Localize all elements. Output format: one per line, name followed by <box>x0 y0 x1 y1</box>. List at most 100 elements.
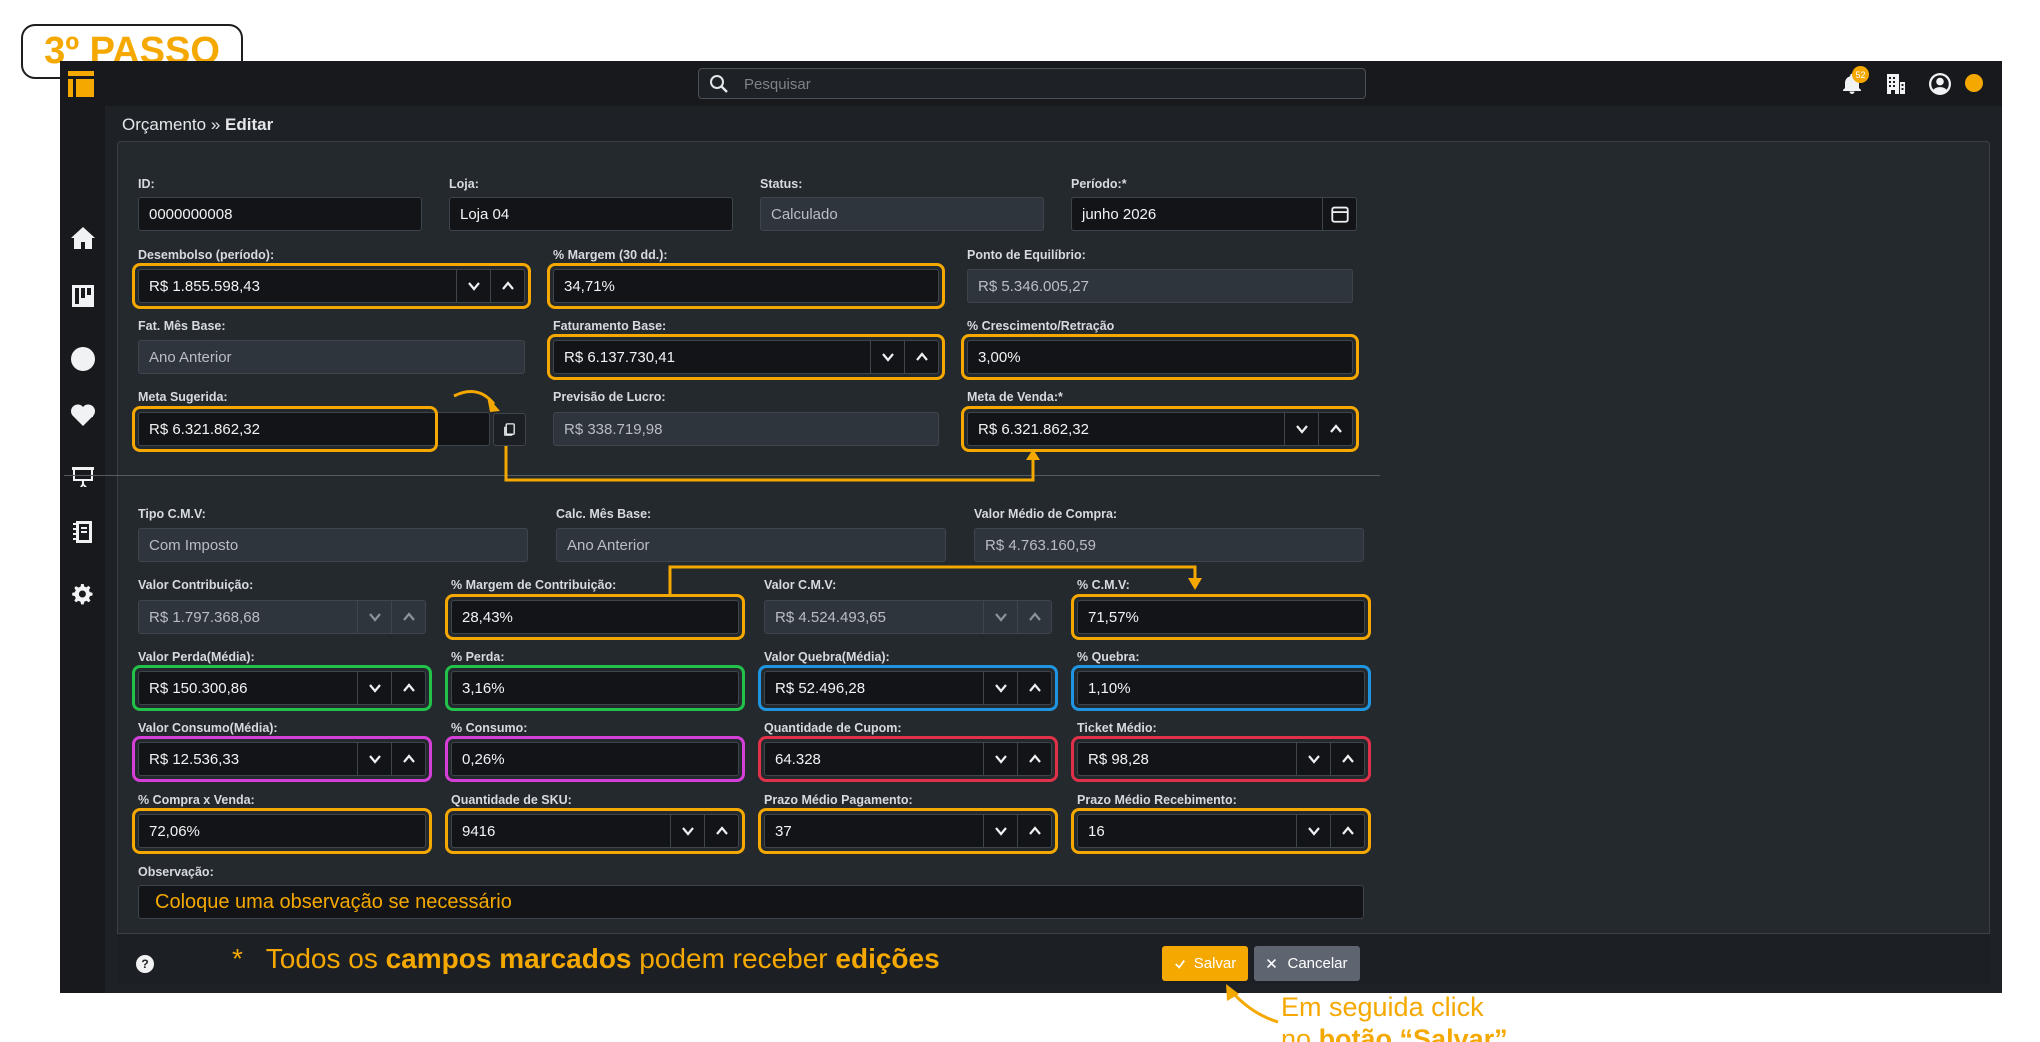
valor-quebra-decrement[interactable] <box>983 672 1017 704</box>
qtd-sku-increment[interactable] <box>704 815 738 847</box>
valor-consumo-increment[interactable] <box>391 743 425 775</box>
qtd-sku-decrement[interactable] <box>670 815 704 847</box>
presentation-board-icon <box>72 467 94 487</box>
fat-mes-base-field: Ano Anterior <box>138 340 525 374</box>
compra-venda-field[interactable]: 72,06% <box>138 814 426 848</box>
tipo-cmv-field: Com Imposto <box>138 528 528 562</box>
pct-quebra-field[interactable]: 1,10% <box>1077 671 1365 705</box>
valor-consumo-decrement[interactable] <box>357 743 391 775</box>
faturamento-base-field[interactable]: R$ 6.137.730,41 <box>553 340 939 374</box>
periodo-value: junho 2026 <box>1082 205 1157 223</box>
qtd-cupom-increment[interactable] <box>1017 743 1051 775</box>
help-icon[interactable]: ? <box>136 955 154 973</box>
qtd-sku-field[interactable]: 9416 <box>451 814 739 848</box>
faturamento-base-decrement[interactable] <box>870 341 904 373</box>
ticket-medio-field[interactable]: R$ 98,28 <box>1077 742 1365 776</box>
pct-perda-field[interactable]: 3,16% <box>451 671 739 705</box>
copy-meta-button[interactable] <box>493 413 526 446</box>
tipo-cmv-value: Com Imposto <box>149 536 239 554</box>
margem-30-field[interactable]: 34,71% <box>553 269 939 303</box>
qtd-sku-label: Quantidade de SKU: <box>451 793 572 807</box>
valor-perda-decrement[interactable] <box>357 672 391 704</box>
valor-perda-increment[interactable] <box>391 672 425 704</box>
sidebar-item-health[interactable] <box>69 401 97 429</box>
margem-contribuicao-label: % Margem de Contribuição: <box>451 578 617 592</box>
qtd-cupom-field[interactable]: 64.328 <box>764 742 1052 776</box>
sidebar-item-settings[interactable] <box>69 580 97 608</box>
company-button[interactable] <box>1882 70 1910 98</box>
sidebar-item-home[interactable] <box>69 224 97 252</box>
meta-venda-field[interactable]: R$ 6.321.862,32 <box>967 412 1353 446</box>
valor-perda-label: Valor Perda(Média): <box>138 650 255 664</box>
valor-medio-compra-label: Valor Médio de Compra: <box>974 507 1118 521</box>
pct-consumo-value: 0,26% <box>462 750 505 768</box>
prazo-recebimento-increment[interactable] <box>1330 815 1364 847</box>
observacao-label: Observação: <box>138 865 214 879</box>
previsao-lucro-field: R$ 338.719,98 <box>553 412 939 446</box>
search-icon <box>710 75 728 93</box>
chevron-down-icon <box>681 827 694 836</box>
prazo-pagamento-value: 37 <box>775 822 792 840</box>
valor-cmv-decrement <box>983 601 1017 633</box>
save-callout: Em seguida click no botão “Salvar” <box>1281 991 1508 1042</box>
id-field[interactable]: 0000000008 <box>138 197 422 231</box>
valor-medio-compra-value: R$ 4.763.160,59 <box>985 536 1096 554</box>
callout-line-2-prefix: no <box>1281 1024 1312 1042</box>
prazo-recebimento-field[interactable]: 16 <box>1077 814 1365 848</box>
ticket-medio-increment[interactable] <box>1330 743 1364 775</box>
clock-icon <box>71 347 95 371</box>
prazo-recebimento-decrement[interactable] <box>1296 815 1330 847</box>
valor-consumo-field[interactable]: R$ 12.536,33 <box>138 742 426 776</box>
qtd-cupom-decrement[interactable] <box>983 743 1017 775</box>
desembolso-field[interactable]: R$ 1.855.598,43 <box>138 269 525 303</box>
chevron-down-icon <box>994 613 1007 622</box>
close-icon <box>1267 959 1277 968</box>
meta-sugerida-value: R$ 6.321.862,32 <box>149 420 260 438</box>
meta-sugerida-field[interactable]: R$ 6.321.862,32 <box>138 412 490 446</box>
valor-quebra-field[interactable]: R$ 52.496,28 <box>764 671 1052 705</box>
valor-perda-field[interactable]: R$ 150.300,86 <box>138 671 426 705</box>
desembolso-increment[interactable] <box>490 270 524 302</box>
sidebar-item-notes[interactable] <box>69 518 97 546</box>
loja-select[interactable]: Loja 04 <box>449 197 733 231</box>
compra-venda-value: 72,06% <box>149 822 200 840</box>
valor-contribuicao-field: R$ 1.797.368,68 <box>138 600 426 634</box>
ticket-medio-decrement[interactable] <box>1296 743 1330 775</box>
meta-venda-decrement[interactable] <box>1284 413 1318 445</box>
chevron-up-icon <box>1028 754 1041 763</box>
periodo-field[interactable]: junho 2026 <box>1071 197 1357 231</box>
form-card <box>117 141 1990 984</box>
faturamento-base-increment[interactable] <box>904 341 938 373</box>
notebook-icon <box>73 521 92 543</box>
prazo-pagamento-decrement[interactable] <box>983 815 1017 847</box>
pct-consumo-field[interactable]: 0,26% <box>451 742 739 776</box>
margem-30-value: 34,71% <box>564 277 615 295</box>
prazo-pagamento-increment[interactable] <box>1017 815 1051 847</box>
meta-venda-increment[interactable] <box>1318 413 1352 445</box>
breadcrumb-current: Editar <box>225 115 274 134</box>
cancel-button[interactable]: Cancelar <box>1254 946 1360 981</box>
ponto-equilibrio-field: R$ 5.346.005,27 <box>967 269 1353 303</box>
valor-quebra-increment[interactable] <box>1017 672 1051 704</box>
user-menu-button[interactable] <box>1926 70 1954 98</box>
pct-cmv-field[interactable]: 71,57% <box>1077 600 1365 634</box>
sidebar-item-history[interactable] <box>69 345 97 373</box>
status-field: Calculado <box>760 197 1044 231</box>
valor-medio-compra-field: R$ 4.763.160,59 <box>974 528 1364 562</box>
save-button[interactable]: Salvar <box>1162 946 1248 981</box>
sidebar-item-board[interactable] <box>69 282 97 310</box>
crescimento-field[interactable]: 3,00% <box>967 340 1353 374</box>
breadcrumb-parent[interactable]: Orçamento <box>122 115 206 134</box>
home-icon <box>71 227 95 249</box>
notifications-button[interactable]: 52 <box>1838 66 1869 98</box>
calendar-button[interactable] <box>1322 198 1356 230</box>
observacao-textarea[interactable]: Coloque uma observação se necessário <box>138 885 1364 919</box>
chevron-up-icon <box>715 826 728 835</box>
desembolso-decrement[interactable] <box>456 270 490 302</box>
notification-count-badge: 52 <box>1852 66 1869 83</box>
sidebar-item-presentation[interactable] <box>69 462 97 490</box>
search-bar[interactable]: Pesquisar <box>698 68 1366 99</box>
margem-contribuicao-field[interactable]: 28,43% <box>451 600 739 634</box>
chevron-up-icon <box>1028 683 1041 692</box>
prazo-pagamento-field[interactable]: 37 <box>764 814 1052 848</box>
